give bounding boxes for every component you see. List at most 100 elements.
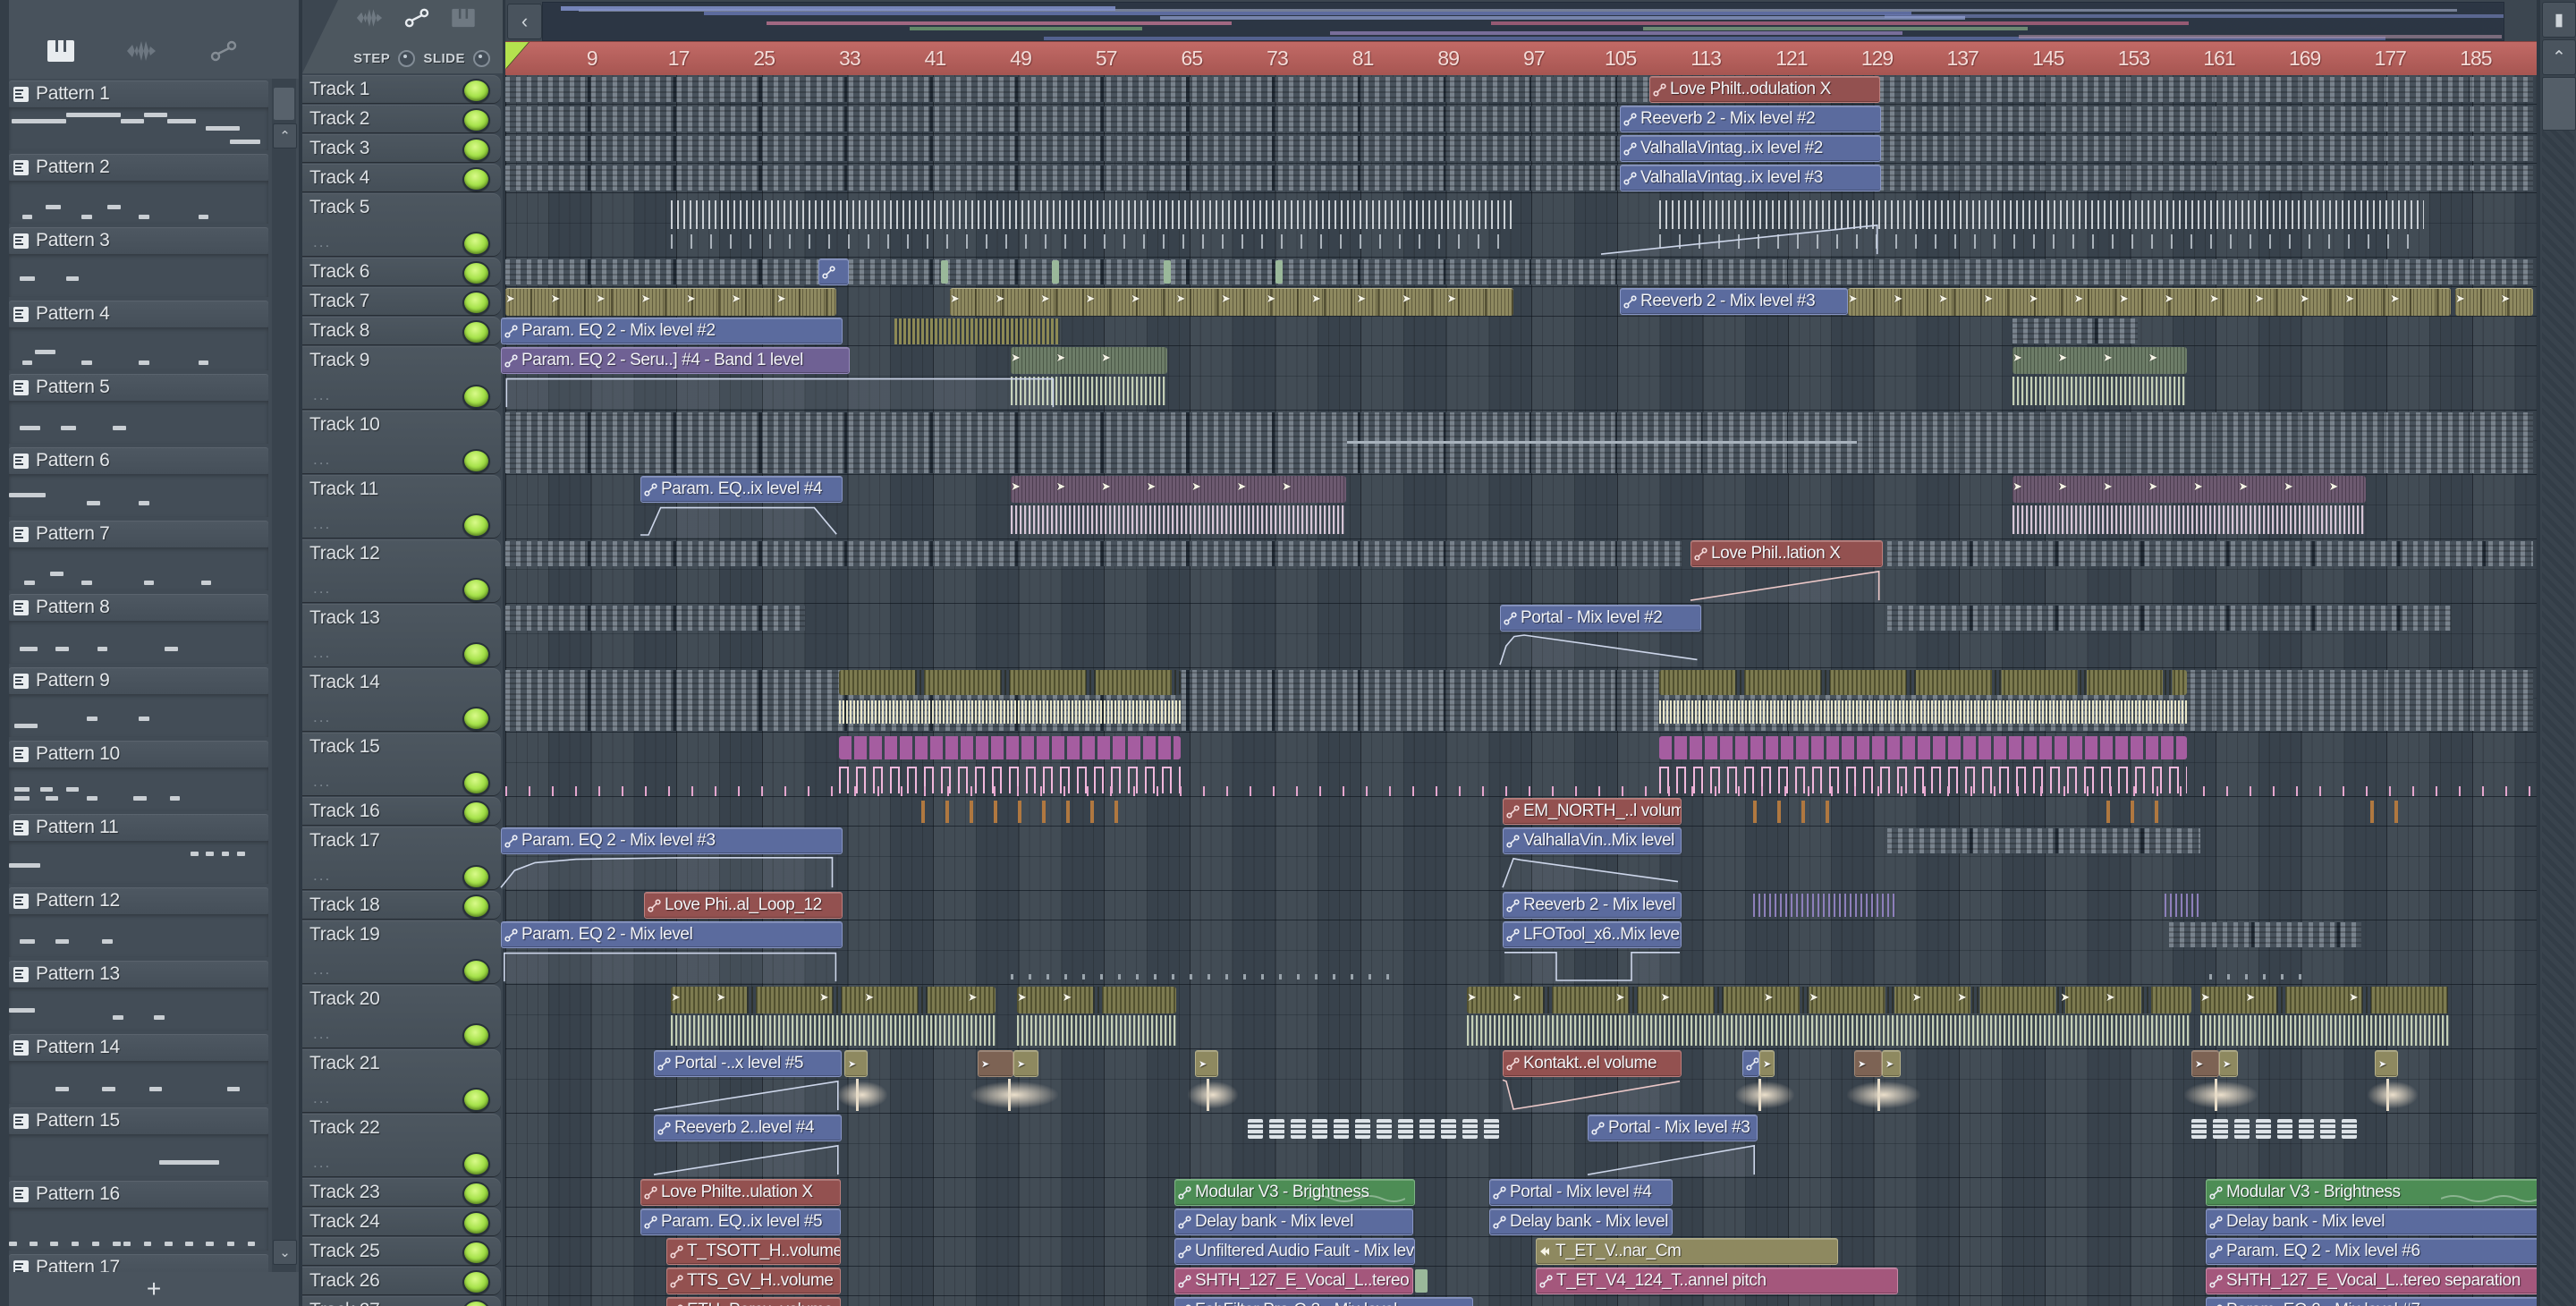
track-header[interactable]: Track 6 [302,258,501,285]
vertical-scrollbar[interactable]: ▮ ⌃ [2540,0,2576,1306]
track-name[interactable]: Track 27 [309,1300,380,1306]
automation-clip[interactable]: T_TSOTT_H..volume [666,1238,841,1265]
track-header[interactable]: Track 27 [302,1296,501,1306]
track-name[interactable]: Track 4 [309,167,369,189]
track-mute-led[interactable] [462,1088,490,1112]
automation-clip[interactable]: Param. EQ 2 - Mix level #3 [501,827,843,854]
automation-clip[interactable]: Param. EQ..ix level #5 [640,1208,841,1235]
pattern-item[interactable]: Pattern 10 [9,741,268,812]
automation-clip[interactable]: Param. EQ 2 - Mix level #7 [2206,1297,2549,1306]
automation-curve[interactable] [1690,568,1883,602]
track-mute-led[interactable] [462,895,490,919]
automation-clip[interactable]: Love Philte..ulation X [640,1179,841,1206]
pattern-item[interactable]: Pattern 12 [9,887,268,959]
pattern-header[interactable]: Pattern 2 [9,154,268,181]
audio-clip[interactable]: ➤ [1195,1050,1218,1077]
track-mute-led[interactable] [462,771,490,795]
automation-curve[interactable] [1503,949,1682,983]
track-header[interactable]: Track 8 [302,317,501,344]
mini-pattern-clip[interactable] [2213,1119,2228,1139]
track-header[interactable]: Track 18 [302,891,501,919]
pattern-header[interactable]: Pattern 6 [9,447,268,474]
audio-clip[interactable] [1011,505,1346,534]
track-mute-led[interactable] [462,1241,490,1265]
automation-curve[interactable] [1502,1078,1682,1112]
scroll-up-button[interactable]: ⌃ [273,123,297,148]
pattern-header[interactable]: Pattern 15 [9,1107,268,1134]
pattern-clip[interactable] [505,670,2533,731]
automation-clip[interactable]: Love Phi..al_Loop_12 [644,892,843,919]
automation-curve[interactable] [653,1142,842,1176]
automation-curve[interactable] [640,504,843,538]
track-header[interactable]: Track 7 [302,287,501,315]
track-mute-led[interactable] [462,1211,490,1235]
automation-curve[interactable] [500,855,843,889]
track-mute-led[interactable] [462,865,490,889]
pattern-clip[interactable] [1275,260,1283,284]
audio-clip[interactable]: ➤ ➤ ➤ ➤ ➤ ➤ ➤ ➤ ➤ ➤ ➤ ➤ ➤ ➤ ➤ ➤ [1467,987,2191,1013]
track-mute-led[interactable] [462,801,490,825]
piano-roll-icon[interactable] [451,8,476,32]
track-header[interactable]: Track 11... [302,475,501,538]
track-name[interactable]: Track 10 [309,414,380,436]
mini-pattern-clip[interactable] [2256,1119,2271,1139]
automation-clip[interactable] [818,259,849,285]
pattern-thumbnail[interactable] [9,841,268,884]
track-name[interactable]: Track 5 [309,197,369,218]
track-header[interactable]: Track 12... [302,539,501,602]
pattern-item[interactable]: Pattern 5 [9,374,268,445]
pattern-thumbnail[interactable] [9,914,268,957]
pattern-clip[interactable] [1164,260,1171,284]
track-mute-led[interactable] [462,385,490,409]
mini-pattern-clip[interactable] [2277,1119,2292,1139]
audio-clip[interactable]: ➤ ➤ ➤ ➤ [2012,347,2187,374]
track-mute-led[interactable] [462,1182,490,1206]
track-mute-led[interactable] [462,642,490,666]
pattern-header[interactable]: Pattern 14 [9,1034,268,1061]
audio-clip[interactable]: ➤ ➤ ➤ ➤ [2200,987,2451,1013]
scrollbar-handle[interactable] [2542,77,2576,131]
track-name[interactable]: Track 17 [309,830,380,852]
track-name[interactable]: Track 22 [309,1117,380,1139]
track-mute-led[interactable] [462,167,490,191]
track-name[interactable]: Track 6 [309,261,369,283]
audio-clip[interactable]: ➤ ➤ ➤ ➤ ➤ ➤ ➤ [1011,476,1346,503]
track-mute-led[interactable] [462,578,490,602]
track-mute-led[interactable] [462,959,490,983]
pattern-clip[interactable] [1347,441,1857,444]
track-name[interactable]: Track 14 [309,672,380,693]
pattern-item[interactable]: Pattern 11 [9,814,268,886]
automation-clip[interactable]: Portal - Mix level #3 [1588,1115,1758,1141]
automation-clip[interactable]: Delay bank - Mix level #3 [1489,1208,1673,1235]
playhead-marker[interactable] [505,42,529,69]
scroll-left-button[interactable]: ‹ [507,4,542,39]
track-mute-led[interactable] [462,261,490,285]
mini-pattern-clip[interactable] [1312,1119,1327,1139]
pattern-item[interactable]: Pattern 15 [9,1107,268,1179]
track-header[interactable]: Track 17... [302,827,501,889]
automation-clip[interactable]: Modular V3 - Brightness [2206,1179,2549,1206]
arrangement-minimap[interactable] [542,2,2504,41]
automation-clip[interactable]: Love Phil..lation X [1690,540,1883,567]
automation-clip[interactable]: Unfiltered Audio Fault - Mix level [1174,1238,1415,1265]
pattern-item[interactable]: Pattern 8 [9,594,268,666]
track-name[interactable]: Track 15 [309,736,380,758]
timeline-ruler[interactable]: 9 17 25 33 41 49 57 65 73 81 89 97 105 113 121 129 137 14… [505,41,2537,78]
track-mute-led[interactable] [462,1152,490,1176]
track-name[interactable]: Track 13 [309,607,380,629]
pattern-clip[interactable] [1011,974,1395,980]
automation-clip[interactable]: Param. EQ 2 - Mix level #2 [501,318,843,344]
pattern-clip[interactable] [671,200,1512,229]
track-header[interactable]: Track 25 [302,1237,501,1265]
automation-clip[interactable]: Love Philt..odulation X [1649,76,1880,103]
pattern-clip[interactable] [1887,541,2533,566]
automation-clip[interactable]: Kontakt..el volume [1503,1050,1682,1077]
track-mute-led[interactable] [462,79,490,103]
track-name[interactable]: Track 21 [309,1053,380,1074]
pattern-header[interactable]: Pattern 11 [9,814,268,841]
automation-curve[interactable] [1499,632,1701,666]
track-name[interactable]: Track 8 [309,320,369,342]
track-mute-led[interactable] [462,1023,490,1047]
mini-pattern-clip[interactable] [2299,1119,2314,1139]
pattern-item[interactable]: Pattern 6 [9,447,268,519]
